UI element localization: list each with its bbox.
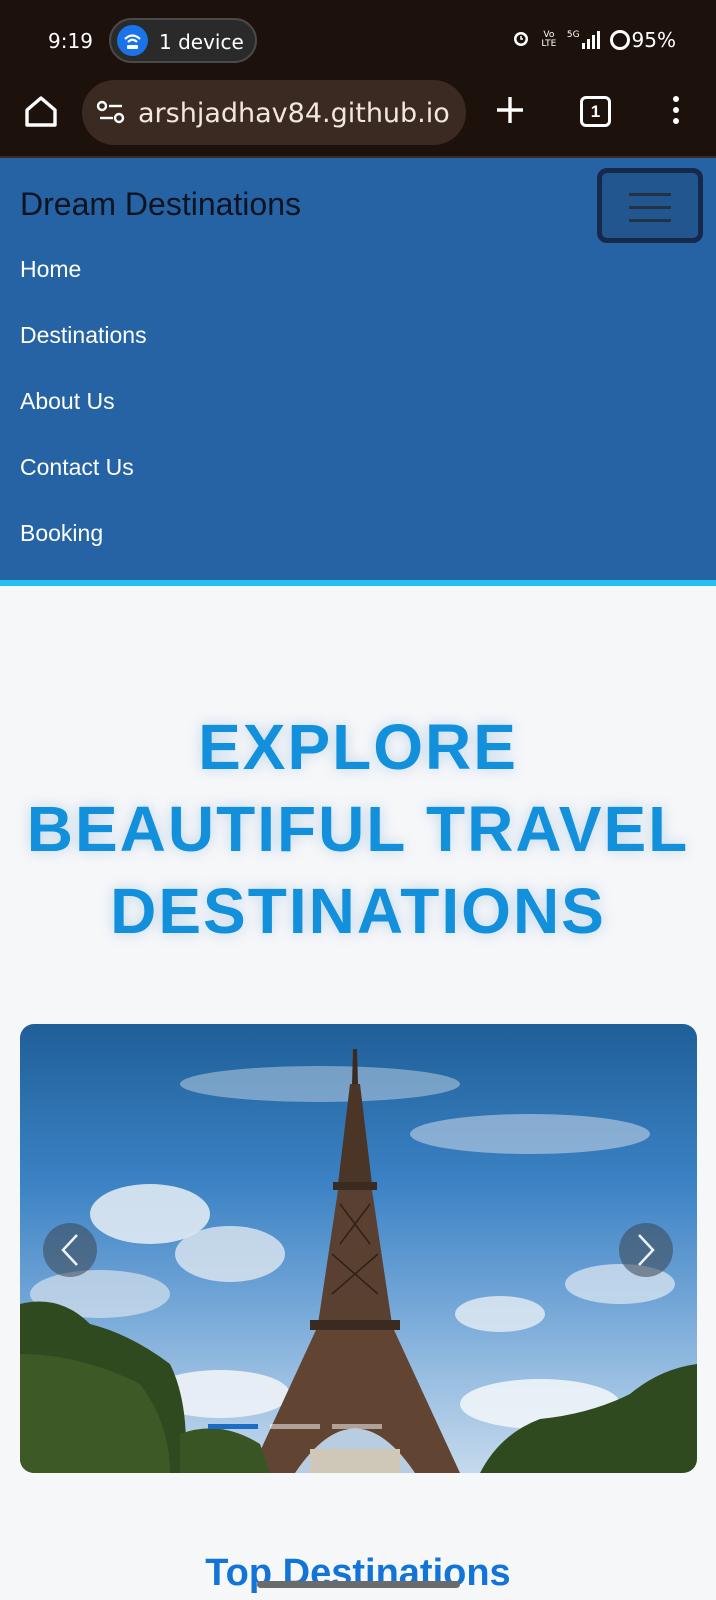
nav-item-home[interactable]: Home <box>20 256 147 322</box>
alarm-icon <box>511 28 531 53</box>
wifi-hotspot-icon <box>117 25 148 56</box>
carousel-next-button[interactable] <box>619 1223 673 1277</box>
tab-switcher-button[interactable]: 1 <box>580 96 611 127</box>
hero-heading: EXPLORE BEAUTIFUL TRAVEL DESTINATIONS <box>0 706 716 952</box>
home-icon[interactable] <box>22 92 60 130</box>
nav-item-about-us[interactable]: About Us <box>20 388 147 454</box>
site-settings-icon[interactable] <box>96 99 126 125</box>
site-navbar: Dream Destinations Home Destinations Abo… <box>0 158 716 586</box>
carousel-prev-button[interactable] <box>43 1223 97 1277</box>
carousel-indicator[interactable] <box>332 1424 382 1429</box>
carousel-indicator[interactable] <box>270 1424 320 1429</box>
eiffel-tower-image <box>20 1049 697 1473</box>
section-title: Top Destinations <box>205 1552 511 1594</box>
device-pill-label: 1 device <box>159 30 244 54</box>
status-icons: Vo LTE 5G 95% <box>511 28 676 52</box>
carousel-indicator[interactable] <box>208 1424 258 1429</box>
status-time: 9:19 <box>48 29 93 53</box>
carousel-indicators <box>208 1424 382 1429</box>
address-bar[interactable]: arshjadhav84.github.io <box>82 80 466 145</box>
navbar-toggler-button[interactable] <box>597 168 703 243</box>
nav-item-destinations[interactable]: Destinations <box>20 322 147 388</box>
status-bar: 9:19 1 device Vo LTE 5G 95% <box>0 0 716 80</box>
site-brand[interactable]: Dream Destinations <box>20 186 301 223</box>
browser-toolbar: arshjadhav84.github.io 1 <box>0 80 716 158</box>
gesture-home-bar[interactable] <box>257 1581 460 1588</box>
hero-line: DESTINATIONS <box>110 875 606 947</box>
nav-item-booking[interactable]: Booking <box>20 520 147 586</box>
image-carousel[interactable] <box>20 1024 697 1473</box>
battery-percent: 95% <box>631 28 676 52</box>
battery-icon <box>609 30 630 50</box>
new-tab-icon[interactable] <box>492 92 528 128</box>
network-type-label: 5G <box>566 30 580 40</box>
chevron-right-icon <box>638 1234 655 1266</box>
nav-menu: Home Destinations About Us Contact Us Bo… <box>20 256 147 586</box>
more-menu-icon[interactable] <box>666 92 686 130</box>
nav-item-contact-us[interactable]: Contact Us <box>20 454 147 520</box>
hero-line: BEAUTIFUL TRAVEL <box>26 793 690 865</box>
url-text: arshjadhav84.github.io <box>138 98 450 129</box>
signal-icon <box>581 31 600 49</box>
hero-line: EXPLORE <box>198 711 518 783</box>
volte-label: Vo LTE <box>541 30 557 49</box>
device-pill[interactable]: 1 device <box>109 18 257 63</box>
chevron-left-icon <box>61 1234 78 1266</box>
